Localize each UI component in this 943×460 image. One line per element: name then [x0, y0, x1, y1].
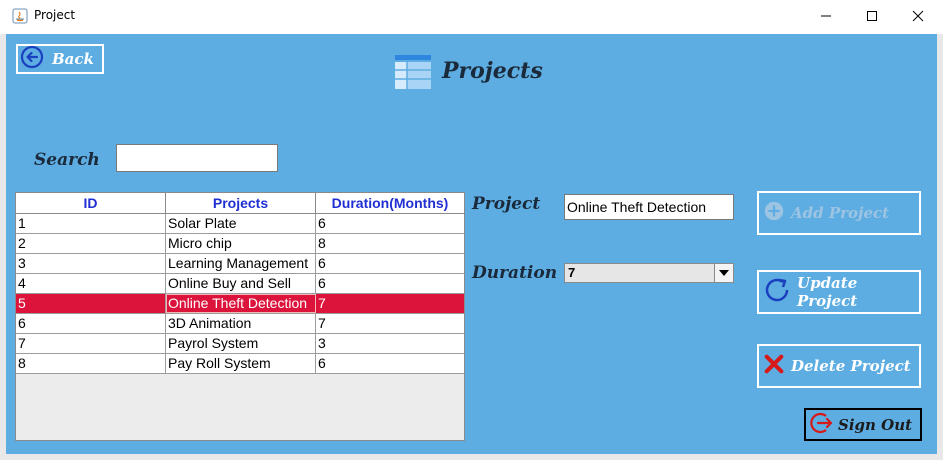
cell-id: 2 — [16, 234, 166, 253]
plus-circle-icon — [763, 200, 785, 226]
cell-duration: 3 — [318, 335, 326, 351]
cell-project: Pay Roll System — [166, 354, 316, 373]
table-body: 1 Solar Plate 6 2 Micro chip 8 3 Learnin… — [16, 214, 464, 374]
maximize-button[interactable] — [849, 0, 895, 32]
add-project-label: Add Project — [791, 204, 890, 222]
project-name-input[interactable]: Online Theft Detection — [564, 194, 734, 220]
column-header-duration[interactable]: Duration(Months) — [316, 193, 464, 213]
cell-project: Micro chip — [166, 234, 316, 253]
chevron-down-icon[interactable] — [714, 264, 733, 282]
window-border-right — [937, 34, 943, 460]
cell-id: 4 — [16, 274, 166, 293]
cell-project: 3D Animation — [166, 314, 316, 333]
delete-x-icon — [763, 353, 785, 379]
close-button[interactable] — [895, 0, 941, 32]
cell-id: 8 — [16, 354, 166, 373]
sign-out-label: Sign Out — [838, 415, 913, 434]
page-title: Projects — [442, 58, 543, 84]
cell-project: Learning Management — [166, 254, 316, 273]
table-row[interactable]: 6 3D Animation 7 — [16, 314, 464, 334]
window-title: Project — [34, 8, 76, 22]
cell-duration: 8 — [318, 235, 326, 251]
search-label: Search — [34, 150, 100, 170]
table-row[interactable]: 8 Pay Roll System 6 — [16, 354, 464, 374]
table-layout-icon — [394, 53, 432, 91]
refresh-icon — [763, 276, 791, 308]
cell-id: 6 — [16, 314, 166, 333]
cell-project: Online Buy and Sell — [166, 274, 316, 293]
column-header-projects[interactable]: Projects — [166, 193, 316, 213]
duration-dropdown[interactable]: 7 — [564, 263, 734, 283]
cell-project: Payrol System — [166, 334, 316, 353]
table-row[interactable]: 2 Micro chip 8 — [16, 234, 464, 254]
back-arrow-icon — [20, 45, 44, 73]
java-app-icon — [12, 8, 28, 24]
cell-duration: 6 — [318, 275, 326, 291]
cell-id: 5 — [16, 294, 166, 313]
duration-selected-value: 7 — [568, 265, 576, 280]
back-button[interactable]: Back — [16, 44, 104, 74]
cell-duration: 6 — [318, 355, 326, 371]
window-border-bottom — [0, 454, 943, 460]
cell-duration: 6 — [318, 215, 326, 231]
table-row[interactable]: 4 Online Buy and Sell 6 — [16, 274, 464, 294]
table-row[interactable]: 7 Payrol System 3 — [16, 334, 464, 354]
sign-out-button[interactable]: Sign Out — [804, 408, 922, 441]
cell-id: 7 — [16, 334, 166, 353]
table-row[interactable]: 3 Learning Management 6 — [16, 254, 464, 274]
projects-table: ID Projects Duration(Months) 1 Solar Pla… — [15, 192, 465, 441]
cell-duration: 7 — [318, 315, 326, 331]
column-header-id[interactable]: ID — [16, 193, 166, 213]
project-label: Project — [472, 194, 541, 214]
cell-project: Online Theft Detection — [166, 294, 316, 313]
table-row-selected[interactable]: 5 Online Theft Detection 7 — [16, 294, 464, 314]
add-project-button[interactable]: Add Project — [757, 191, 921, 235]
title-bar: Project — [0, 0, 943, 34]
update-project-label: Update Project — [797, 274, 858, 310]
duration-label: Duration — [472, 263, 558, 283]
delete-project-button[interactable]: Delete Project — [757, 344, 921, 388]
sign-out-icon — [808, 410, 834, 440]
cell-duration: 7 — [318, 295, 326, 311]
search-input[interactable] — [116, 144, 278, 172]
cell-id: 1 — [16, 214, 166, 233]
cell-project: Solar Plate — [166, 214, 316, 233]
cell-duration: 6 — [318, 255, 326, 271]
table-row[interactable]: 1 Solar Plate 6 — [16, 214, 464, 234]
cell-id: 3 — [16, 254, 166, 273]
update-project-button[interactable]: Update Project — [757, 270, 921, 314]
table-header: ID Projects Duration(Months) — [16, 193, 464, 214]
back-label: Back — [52, 50, 94, 68]
main-panel: Back Projects Search ID Projects Duratio… — [6, 34, 937, 454]
minimize-button[interactable] — [803, 0, 849, 32]
delete-project-label: Delete Project — [791, 357, 911, 375]
